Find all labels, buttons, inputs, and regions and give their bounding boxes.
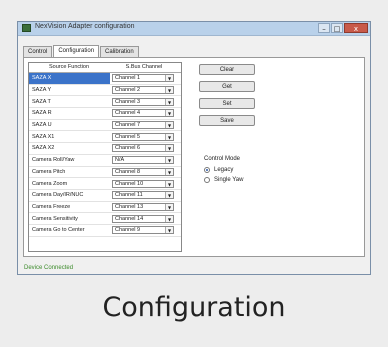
source-function-cell[interactable]: SAZA X2	[29, 145, 110, 151]
app-icon	[22, 24, 31, 32]
channel-select[interactable]: Channel 14 ▼	[112, 214, 174, 223]
channel-select[interactable]: Channel 6 ▼	[112, 144, 174, 153]
channel-select[interactable]: Channel 4 ▼	[112, 109, 174, 118]
dropdown-arrow-icon[interactable]: ▼	[165, 227, 173, 234]
column-header-sbus-channel: S.Bus Channel	[125, 64, 163, 70]
channel-select[interactable]: Channel 8 ▼	[112, 167, 174, 176]
source-function-cell[interactable]: SAZA Y	[29, 87, 110, 93]
source-function-cell[interactable]: Camera Roll/Yaw	[29, 157, 110, 163]
channel-select-value: Channel 11	[115, 192, 143, 199]
clear-button[interactable]: Clear	[199, 64, 255, 75]
dropdown-arrow-icon[interactable]: ▼	[165, 75, 173, 82]
source-function-cell[interactable]: SAZA U	[29, 122, 110, 128]
table-row[interactable]: SAZA X1 Channel 5 ▼	[29, 131, 181, 144]
table-row[interactable]: SAZA X2 Channel 6 ▼	[29, 143, 181, 155]
channel-select[interactable]: Channel 2 ▼	[112, 86, 174, 95]
radio-legacy-label: Legacy	[214, 167, 234, 173]
window-title: NexVision Adapter configuration	[35, 23, 135, 30]
dropdown-arrow-icon[interactable]: ▼	[165, 133, 173, 140]
table-row[interactable]: Camera Freeze Channel 13 ▼	[29, 202, 181, 214]
dropdown-arrow-icon[interactable]: ▼	[165, 192, 173, 199]
table-row[interactable]: Camera Roll/Yaw N/A ▼	[29, 155, 181, 167]
table-row[interactable]: SAZA Y Channel 2 ▼	[29, 85, 181, 97]
channel-select[interactable]: Channel 3 ▼	[112, 97, 174, 106]
table-row[interactable]: Camera Sensitivity Channel 14 ▼	[29, 213, 181, 225]
table-row[interactable]: SAZA X Channel 1 ▼	[29, 73, 181, 85]
channel-select-value: Channel 5	[115, 133, 141, 140]
radio-single-yaw[interactable]: Single Yaw	[204, 177, 243, 183]
channel-mapping-grid: Source Function S.Bus Channel SAZA X Chan…	[28, 62, 182, 252]
channel-select-value: Channel 4	[115, 110, 141, 117]
maximize-button[interactable]: □	[331, 23, 343, 33]
channel-select-value: Channel 8	[115, 168, 141, 175]
channel-select-value: Channel 10	[115, 180, 144, 187]
source-function-cell[interactable]: Camera Pitch	[29, 169, 110, 175]
source-function-cell[interactable]: SAZA T	[29, 99, 110, 105]
grid-body: SAZA X Channel 1 ▼ SAZA Y Channel 2 ▼ SAZA T Ch…	[29, 73, 181, 237]
dropdown-arrow-icon[interactable]: ▼	[165, 87, 173, 94]
channel-select[interactable]: Channel 7 ▼	[112, 121, 174, 130]
source-function-cell[interactable]: Camera Zoom	[29, 181, 110, 187]
source-function-cell[interactable]: Camera Go to Center	[29, 227, 110, 233]
channel-select-value: Channel 1	[115, 75, 141, 82]
column-header-source-function: Source Function	[48, 64, 90, 70]
channel-select-value: N/A	[115, 157, 125, 164]
title-bar: NexVision Adapter configuration – □ x	[18, 22, 370, 36]
caption: Configuration	[102, 292, 286, 323]
channel-select[interactable]: N/A ▼	[112, 156, 174, 165]
app-window: NexVision Adapter configuration – □ x Co…	[17, 21, 371, 275]
source-function-cell[interactable]: SAZA X	[29, 73, 110, 84]
dropdown-arrow-icon[interactable]: ▼	[165, 157, 173, 164]
dropdown-arrow-icon[interactable]: ▼	[165, 110, 173, 117]
close-button[interactable]: x	[344, 23, 368, 33]
channel-select[interactable]: Channel 11 ▼	[112, 191, 174, 200]
window-controls: – □ x	[318, 23, 368, 33]
radio-single-yaw-label: Single Yaw	[214, 177, 244, 183]
source-function-cell[interactable]: Camera Freeze	[29, 204, 110, 210]
radio-button-checked-icon[interactable]	[204, 167, 210, 173]
table-row[interactable]: SAZA U Channel 7 ▼	[29, 120, 181, 132]
channel-select[interactable]: Channel 13 ▼	[112, 202, 174, 211]
dropdown-arrow-icon[interactable]: ▼	[165, 98, 173, 105]
table-row[interactable]: Camera Go to Center Channel 9 ▼	[29, 225, 181, 237]
channel-select-value: Channel 9	[115, 227, 141, 234]
table-row[interactable]: SAZA R Channel 4 ▼	[29, 108, 181, 120]
status-text: Device Connected	[24, 265, 74, 271]
channel-select[interactable]: Channel 9 ▼	[112, 226, 174, 235]
dropdown-arrow-icon[interactable]: ▼	[165, 180, 173, 187]
get-button[interactable]: Get	[199, 81, 255, 92]
grid-header: Source Function S.Bus Channel	[29, 63, 181, 73]
channel-select-value: Channel 14	[115, 215, 144, 222]
channel-select[interactable]: Channel 5 ▼	[112, 132, 174, 141]
channel-select-value: Channel 13	[115, 203, 144, 210]
table-row[interactable]: Camera Pitch Channel 8 ▼	[29, 167, 181, 179]
control-mode-label: Control Mode	[204, 156, 241, 162]
channel-select-value: Channel 6	[115, 145, 141, 152]
channel-select-value: Channel 3	[115, 98, 141, 105]
source-function-cell[interactable]: SAZA R	[29, 110, 110, 116]
dropdown-arrow-icon[interactable]: ▼	[165, 215, 173, 222]
source-function-cell[interactable]: Camera Sensitivity	[29, 216, 110, 222]
dropdown-arrow-icon[interactable]: ▼	[165, 168, 173, 175]
channel-select-value: Channel 2	[115, 87, 141, 94]
radio-legacy[interactable]: Legacy	[204, 167, 233, 173]
table-row[interactable]: Camera Day/IR/NUC Channel 11 ▼	[29, 190, 181, 202]
set-button[interactable]: Set	[199, 98, 255, 109]
source-function-cell[interactable]: Camera Day/IR/NUC	[29, 192, 110, 198]
table-row[interactable]: Camera Zoom Channel 10 ▼	[29, 178, 181, 190]
save-button[interactable]: Save	[199, 115, 255, 126]
dropdown-arrow-icon[interactable]: ▼	[165, 122, 173, 129]
minimize-button[interactable]: –	[318, 23, 330, 33]
configuration-panel: Source Function S.Bus Channel SAZA X Chan…	[23, 57, 365, 257]
dropdown-arrow-icon[interactable]: ▼	[165, 145, 173, 152]
radio-button-icon[interactable]	[204, 177, 210, 183]
source-function-cell[interactable]: SAZA X1	[29, 134, 110, 140]
table-row[interactable]: SAZA T Channel 3 ▼	[29, 96, 181, 109]
channel-select-value: Channel 7	[115, 122, 141, 129]
channel-select[interactable]: Channel 10 ▼	[112, 179, 174, 188]
channel-select[interactable]: Channel 1 ▼	[112, 74, 174, 83]
dropdown-arrow-icon[interactable]: ▼	[165, 203, 173, 210]
